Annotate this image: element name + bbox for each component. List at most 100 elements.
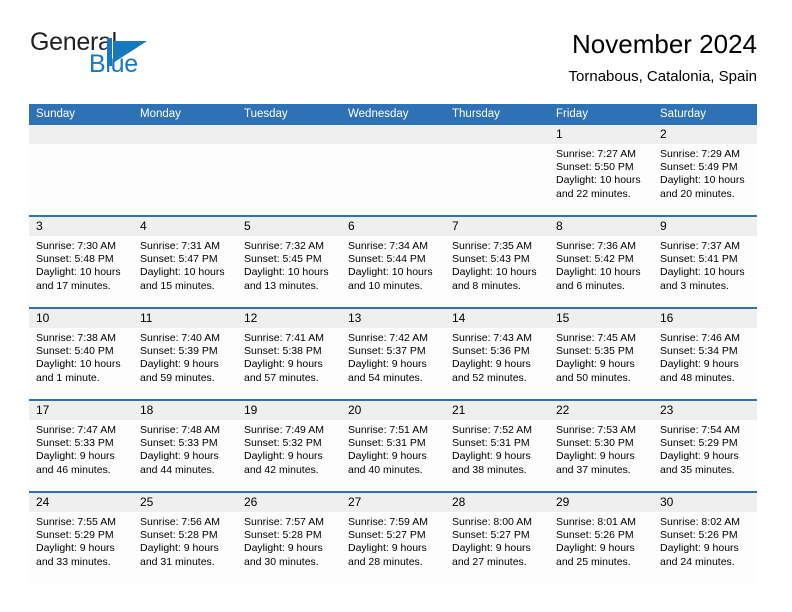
day-number: 30: [653, 493, 757, 512]
day-cell[interactable]: 9 Sunrise: 7:37 AM Sunset: 5:41 PM Daylight…: [653, 217, 757, 307]
day-details: Sunrise: 8:01 AM Sunset: 5:26 PM Daylight:…: [549, 512, 653, 569]
day-cell[interactable]: 14 Sunrise: 7:43 AM Sunset: 5:36 PM Dayligh…: [445, 309, 549, 399]
daylight-text: Daylight: 9 hours and 38 minutes.: [452, 450, 531, 476]
day-cell[interactable]: 18 Sunrise: 7:48 AM Sunset: 5:33 PM Dayligh…: [133, 401, 237, 491]
daylight-text: Daylight: 9 hours and 57 minutes.: [244, 358, 323, 384]
day-number: 22: [549, 401, 653, 420]
day-cell[interactable]: 27 Sunrise: 7:59 AM Sunset: 5:27 PM Dayligh…: [341, 493, 445, 583]
sunrise-text: Sunrise: 7:31 AM: [140, 240, 220, 252]
sunset-text: Sunset: 5:28 PM: [244, 529, 322, 542]
day-cell[interactable]: 8 Sunrise: 7:36 AM Sunset: 5:42 PM Daylight…: [549, 217, 653, 307]
day-number: [133, 125, 237, 144]
day-number: 6: [341, 217, 445, 236]
sunrise-text: Sunrise: 7:57 AM: [244, 516, 324, 528]
day-cell[interactable]: 7 Sunrise: 7:35 AM Sunset: 5:43 PM Daylight…: [445, 217, 549, 307]
calendar-week-row: 24 Sunrise: 7:55 AM Sunset: 5:29 PM Dayligh…: [29, 491, 757, 583]
sunrise-text: Sunrise: 7:40 AM: [140, 332, 220, 344]
brand-logo[interactable]: General Blue: [29, 28, 259, 88]
weekday-header-friday: Friday: [556, 108, 588, 120]
weekday-header-monday: Monday: [140, 108, 181, 120]
daylight-text: Daylight: 10 hours and 1 minute.: [36, 358, 121, 384]
sunset-text: Sunset: 5:39 PM: [140, 345, 218, 358]
daylight-text: Daylight: 9 hours and 25 minutes.: [556, 542, 635, 568]
day-cell[interactable]: 29 Sunrise: 8:01 AM Sunset: 5:26 PM Dayligh…: [549, 493, 653, 583]
weekday-header-saturday: Saturday: [660, 108, 707, 120]
day-details: Sunrise: 7:30 AM Sunset: 5:48 PM Daylight:…: [29, 236, 133, 293]
sunset-text: Sunset: 5:32 PM: [244, 437, 322, 450]
day-cell[interactable]: 12 Sunrise: 7:41 AM Sunset: 5:38 PM Dayligh…: [237, 309, 341, 399]
daylight-text: Daylight: 9 hours and 59 minutes.: [140, 358, 219, 384]
daylight-text: Daylight: 9 hours and 37 minutes.: [556, 450, 635, 476]
sunrise-text: Sunrise: 8:00 AM: [452, 516, 532, 528]
day-cell[interactable]: 1 Sunrise: 7:27 AM Sunset: 5:50 PM Daylight…: [549, 125, 653, 215]
daylight-text: Daylight: 10 hours and 8 minutes.: [452, 266, 537, 292]
day-cell[interactable]: 10 Sunrise: 7:38 AM Sunset: 5:40 PM Dayligh…: [29, 309, 133, 399]
day-cell[interactable]: 30 Sunrise: 8:02 AM Sunset: 5:26 PM Dayligh…: [653, 493, 757, 583]
day-cell[interactable]: 4 Sunrise: 7:31 AM Sunset: 5:47 PM Daylight…: [133, 217, 237, 307]
day-details: Sunrise: 7:38 AM Sunset: 5:40 PM Daylight:…: [29, 328, 133, 385]
day-cell[interactable]: 2 Sunrise: 7:29 AM Sunset: 5:49 PM Daylight…: [653, 125, 757, 215]
sunrise-text: Sunrise: 7:37 AM: [660, 240, 740, 252]
day-number: 5: [237, 217, 341, 236]
day-details: Sunrise: 7:32 AM Sunset: 5:45 PM Daylight:…: [237, 236, 341, 293]
day-cell[interactable]: 21 Sunrise: 7:52 AM Sunset: 5:31 PM Dayligh…: [445, 401, 549, 491]
calendar-week-row: 10 Sunrise: 7:38 AM Sunset: 5:40 PM Dayligh…: [29, 307, 757, 399]
day-details: Sunrise: 7:27 AM Sunset: 5:50 PM Daylight:…: [549, 144, 653, 201]
sunrise-text: Sunrise: 7:41 AM: [244, 332, 324, 344]
sunset-text: Sunset: 5:42 PM: [556, 253, 634, 266]
daylight-text: Daylight: 10 hours and 17 minutes.: [36, 266, 121, 292]
day-cell[interactable]: 13 Sunrise: 7:42 AM Sunset: 5:37 PM Dayligh…: [341, 309, 445, 399]
day-cell[interactable]: 6 Sunrise: 7:34 AM Sunset: 5:44 PM Daylight…: [341, 217, 445, 307]
page-title: November 2024: [572, 29, 757, 59]
day-number: 28: [445, 493, 549, 512]
weekday-header-row: Sunday Monday Tuesday Wednesday Thursday Frid…: [29, 104, 757, 125]
daylight-text: Daylight: 9 hours and 24 minutes.: [660, 542, 739, 568]
calendar-grid: Sunday Monday Tuesday Wednesday Thursday Frid…: [29, 104, 757, 583]
day-cell[interactable]: 28 Sunrise: 8:00 AM Sunset: 5:27 PM Dayligh…: [445, 493, 549, 583]
day-number: 14: [445, 309, 549, 328]
day-details: Sunrise: 7:52 AM Sunset: 5:31 PM Daylight:…: [445, 420, 549, 477]
day-number: 1: [549, 125, 653, 144]
day-cell[interactable]: 11 Sunrise: 7:40 AM Sunset: 5:39 PM Dayligh…: [133, 309, 237, 399]
day-number: [445, 125, 549, 144]
sunset-text: Sunset: 5:34 PM: [660, 345, 738, 358]
day-cell[interactable]: 23 Sunrise: 7:54 AM Sunset: 5:29 PM Dayligh…: [653, 401, 757, 491]
day-details: Sunrise: 7:49 AM Sunset: 5:32 PM Daylight:…: [237, 420, 341, 477]
day-cell[interactable]: 24 Sunrise: 7:55 AM Sunset: 5:29 PM Dayligh…: [29, 493, 133, 583]
sunrise-text: Sunrise: 8:02 AM: [660, 516, 740, 528]
day-cell[interactable]: 20 Sunrise: 7:51 AM Sunset: 5:31 PM Dayligh…: [341, 401, 445, 491]
day-number: 11: [133, 309, 237, 328]
day-cell[interactable]: 15 Sunrise: 7:45 AM Sunset: 5:35 PM Dayligh…: [549, 309, 653, 399]
day-details: Sunrise: 7:42 AM Sunset: 5:37 PM Daylight:…: [341, 328, 445, 385]
sunrise-text: Sunrise: 7:47 AM: [36, 424, 116, 436]
day-cell[interactable]: 22 Sunrise: 7:53 AM Sunset: 5:30 PM Dayligh…: [549, 401, 653, 491]
day-cell[interactable]: 16 Sunrise: 7:46 AM Sunset: 5:34 PM Dayligh…: [653, 309, 757, 399]
daylight-text: Daylight: 9 hours and 46 minutes.: [36, 450, 115, 476]
day-details: Sunrise: 7:43 AM Sunset: 5:36 PM Daylight:…: [445, 328, 549, 385]
day-details: Sunrise: 7:57 AM Sunset: 5:28 PM Daylight:…: [237, 512, 341, 569]
sunset-text: Sunset: 5:37 PM: [348, 345, 426, 358]
day-number: 20: [341, 401, 445, 420]
sunset-text: Sunset: 5:48 PM: [36, 253, 114, 266]
day-details: Sunrise: 7:29 AM Sunset: 5:49 PM Daylight:…: [653, 144, 757, 201]
sunset-text: Sunset: 5:36 PM: [452, 345, 530, 358]
day-cell[interactable]: 25 Sunrise: 7:56 AM Sunset: 5:28 PM Dayligh…: [133, 493, 237, 583]
sunset-text: Sunset: 5:45 PM: [244, 253, 322, 266]
daylight-text: Daylight: 9 hours and 35 minutes.: [660, 450, 739, 476]
day-number: [237, 125, 341, 144]
daylight-text: Daylight: 9 hours and 42 minutes.: [244, 450, 323, 476]
day-cell[interactable]: 26 Sunrise: 7:57 AM Sunset: 5:28 PM Dayligh…: [237, 493, 341, 583]
day-cell[interactable]: 17 Sunrise: 7:47 AM Sunset: 5:33 PM Dayligh…: [29, 401, 133, 491]
day-details: Sunrise: 7:37 AM Sunset: 5:41 PM Daylight:…: [653, 236, 757, 293]
sunrise-text: Sunrise: 7:46 AM: [660, 332, 740, 344]
calendar-week-row: 3 Sunrise: 7:30 AM Sunset: 5:48 PM Daylight…: [29, 215, 757, 307]
day-details: Sunrise: 7:46 AM Sunset: 5:34 PM Daylight:…: [653, 328, 757, 385]
day-details: Sunrise: 7:55 AM Sunset: 5:29 PM Daylight:…: [29, 512, 133, 569]
page-header: General Blue November 2024 Tornabous, Ca…: [29, 28, 757, 98]
day-cell[interactable]: 19 Sunrise: 7:49 AM Sunset: 5:32 PM Dayligh…: [237, 401, 341, 491]
sunset-text: Sunset: 5:31 PM: [348, 437, 426, 450]
day-cell[interactable]: 5 Sunrise: 7:32 AM Sunset: 5:45 PM Daylight…: [237, 217, 341, 307]
day-number: 19: [237, 401, 341, 420]
daylight-text: Daylight: 9 hours and 28 minutes.: [348, 542, 427, 568]
day-cell[interactable]: 3 Sunrise: 7:30 AM Sunset: 5:48 PM Daylight…: [29, 217, 133, 307]
